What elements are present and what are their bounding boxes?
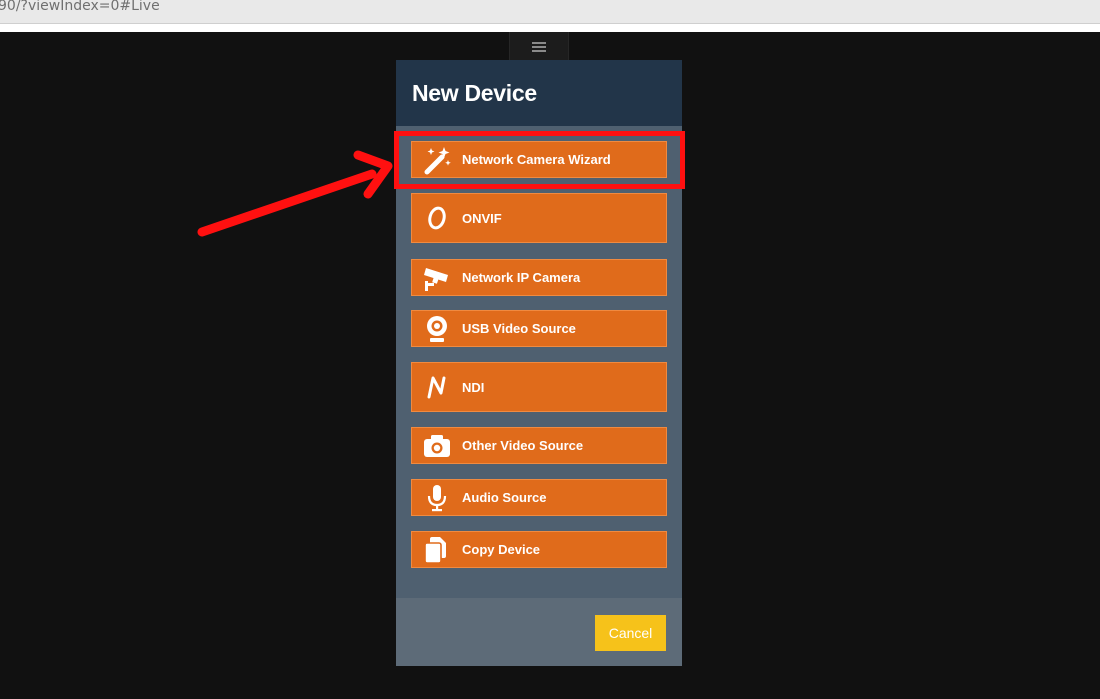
camera-icon — [422, 431, 452, 461]
menu-toggle-button[interactable] — [509, 32, 569, 62]
onvif-icon — [422, 203, 452, 233]
usb-video-source-label: USB Video Source — [462, 321, 576, 336]
ndi-button[interactable]: NDI — [411, 362, 667, 412]
webcam-icon — [422, 314, 452, 344]
usb-video-source-button[interactable]: USB Video Source — [411, 310, 667, 347]
audio-source-button[interactable]: Audio Source — [411, 479, 667, 516]
other-video-source-label: Other Video Source — [462, 438, 584, 453]
network-camera-wizard-button[interactable]: Network Camera Wizard — [411, 141, 667, 178]
page-top-strip — [0, 24, 1100, 32]
onvif-button[interactable]: ONVIF — [411, 193, 667, 243]
copy-device-label: Copy Device — [462, 542, 541, 557]
dialog-title: New Device — [412, 80, 537, 106]
hamburger-icon — [532, 40, 546, 54]
address-bar[interactable]: 90/?viewIndex=0#Live — [0, 0, 1100, 24]
security-camera-icon — [422, 263, 452, 293]
network-ip-camera-label: Network IP Camera — [462, 270, 581, 285]
cancel-button[interactable]: Cancel — [595, 615, 666, 651]
audio-source-label: Audio Source — [462, 490, 547, 505]
other-video-source-button[interactable]: Other Video Source — [411, 427, 667, 464]
microphone-icon — [422, 483, 452, 513]
url-text: 90/?viewIndex=0#Live — [0, 0, 160, 14]
ndi-icon — [422, 372, 452, 402]
onvif-label: ONVIF — [462, 210, 502, 226]
new-device-dialog: New Device Network Camera Wizard ONVIF N… — [396, 60, 682, 666]
copy-icon — [422, 535, 452, 565]
dialog-header: New Device — [396, 60, 682, 126]
ndi-label: NDI — [462, 379, 485, 395]
network-ip-camera-button[interactable]: Network IP Camera — [411, 259, 667, 296]
magic-wand-icon — [422, 145, 452, 175]
network-camera-wizard-label: Network Camera Wizard — [462, 152, 611, 167]
copy-device-button[interactable]: Copy Device — [411, 531, 667, 568]
